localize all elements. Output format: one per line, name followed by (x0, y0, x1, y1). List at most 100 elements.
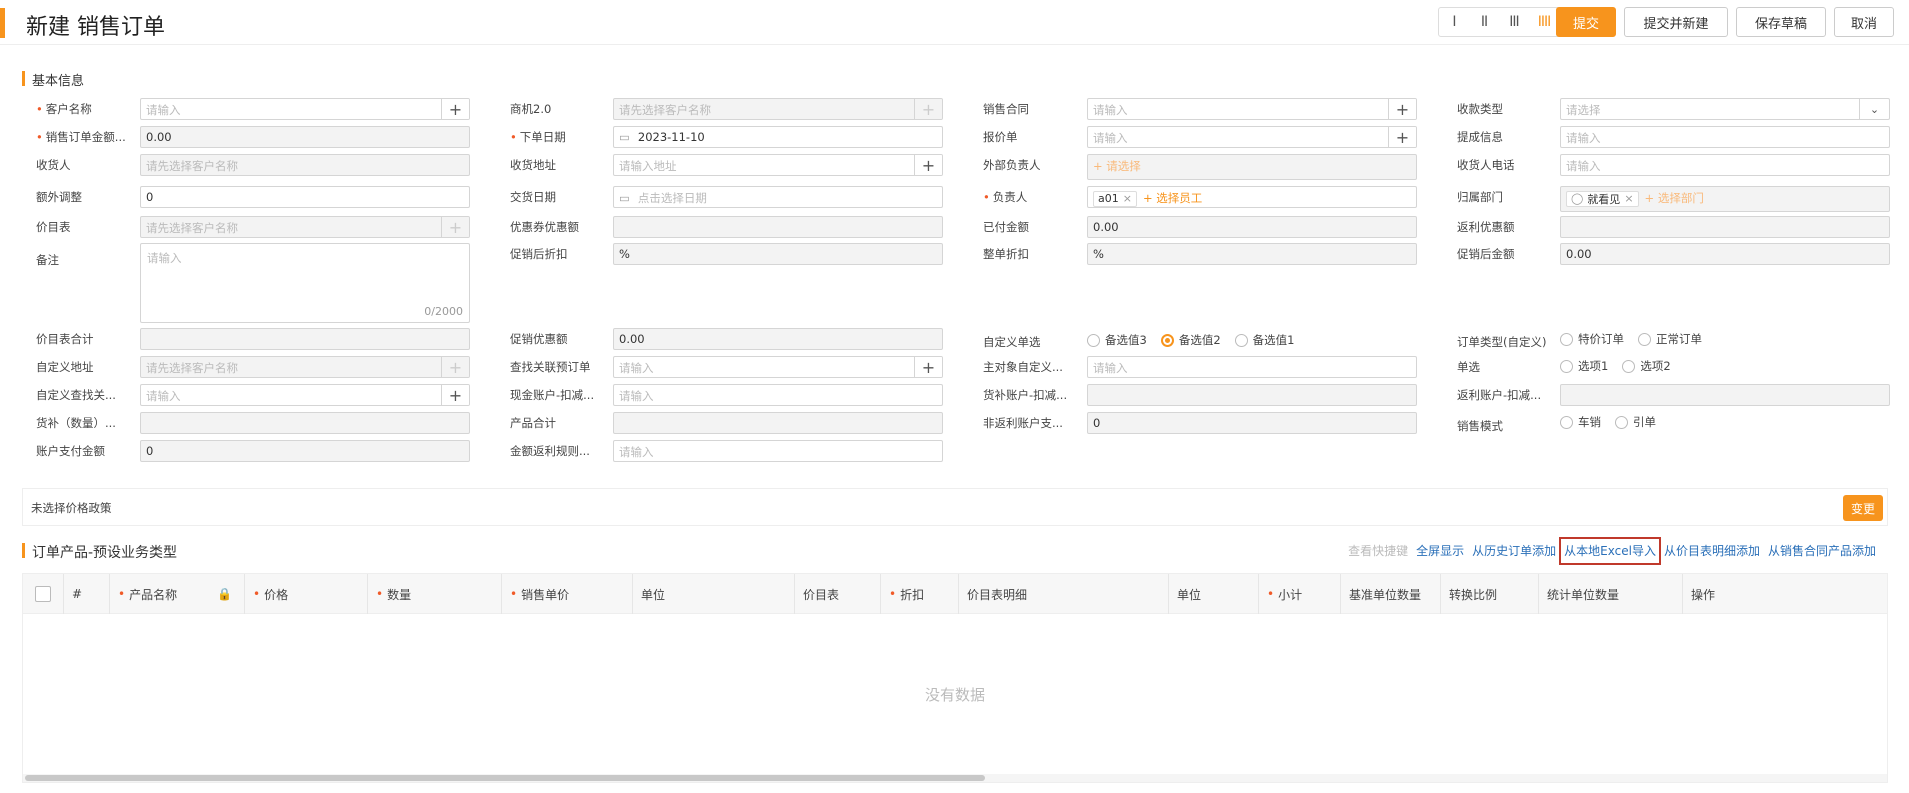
sales-contract-input[interactable]: 请输入 + (1087, 98, 1417, 120)
radio-normal-order[interactable]: 正常订单 (1638, 331, 1702, 347)
single-select-radio-group: 选项1 选项2 (1560, 356, 1685, 376)
col-discount[interactable]: • 折扣 (880, 574, 958, 614)
add-icon[interactable]: + (1388, 99, 1416, 119)
cash-account-input[interactable]: 请输入 (613, 384, 943, 406)
receiver-address-input[interactable]: 请输入地址 + (613, 154, 943, 176)
layout-3-col-button[interactable]: III (1499, 8, 1529, 36)
radio-option-2[interactable]: 备选值2 (1160, 332, 1221, 348)
paid-amount-input: 0.00 (1087, 216, 1417, 238)
add-icon[interactable]: + (441, 99, 469, 119)
promo-discount-amt-input: 0.00 (613, 328, 943, 350)
col-unit-2[interactable]: 单位 (1168, 574, 1258, 614)
select-all-cell (23, 574, 63, 614)
col-price-book-detail[interactable]: 价目表明细 (958, 574, 1168, 614)
payment-type-select[interactable]: 请选择 ⌄ (1560, 98, 1890, 120)
add-icon[interactable]: + (1388, 127, 1416, 147)
add-icon: + (914, 99, 942, 119)
select-all-checkbox[interactable] (35, 586, 51, 602)
page-header: 新建 销售订单 I II III IIII 提交 提交并新建 保存草稿 取消 (0, 0, 1909, 45)
scrollbar-thumb[interactable] (25, 775, 985, 781)
order-date-picker[interactable]: ▭ 2023-11-10 (613, 126, 943, 148)
radio-special-order[interactable]: 特价订单 (1560, 331, 1624, 347)
radio-option-3[interactable]: 备选值3 (1087, 332, 1147, 348)
table-header: # • 产品名称 🔒 • 价格 • 数量 • 销售单价 单位 价目表 • 折扣 价目表明细 … (23, 574, 1887, 614)
quote-input[interactable]: 请输入 + (1087, 126, 1417, 148)
horizontal-scrollbar[interactable] (23, 774, 1887, 782)
radio-option-b[interactable]: 选项2 (1622, 358, 1671, 374)
import-excel-link[interactable]: 从本地Excel导入 (1559, 537, 1661, 565)
department-tag: ◯ 就看见 × (1566, 190, 1639, 207)
chevron-down-icon[interactable]: ⌄ (1859, 99, 1889, 119)
owner-picker[interactable]: a01 × + 选择员工 (1087, 186, 1417, 208)
amount-rebate-rule-input[interactable]: 请输入 (613, 440, 943, 462)
promo-discount-rate-input: % (613, 243, 943, 265)
add-icon[interactable]: + (441, 385, 469, 405)
product-section-title: 订单产品-预设业务类型 (22, 542, 177, 562)
submit-and-new-button[interactable]: 提交并新建 (1624, 7, 1728, 37)
page-title: 新建 销售订单 (26, 15, 165, 40)
radio-option-a[interactable]: 选项1 (1560, 358, 1608, 374)
price-book-input: 请先选择客户名称 + (140, 216, 470, 238)
receiver-input: 请先选择客户名称 (140, 154, 470, 176)
price-policy-bar: 未选择价格政策 变更 (22, 488, 1888, 526)
sales-mode-radio-group: 车销 引单 (1560, 412, 1670, 432)
goods-account-input (1087, 384, 1417, 406)
customer-name-input[interactable]: 请输入 + (140, 98, 470, 120)
delivery-date-picker[interactable]: ▭ 点击选择日期 (613, 186, 943, 208)
product-table: # • 产品名称 🔒 • 价格 • 数量 • 销售单价 单位 价目表 • 折扣 价目表明细 … (22, 573, 1888, 783)
price-book-total-input (140, 328, 470, 350)
col-unit[interactable]: 单位 (632, 574, 794, 614)
close-icon[interactable]: × (1624, 192, 1633, 205)
opportunity-input: 请先选择客户名称 + (613, 98, 943, 120)
select-department-link[interactable]: + 选择部门 (1645, 191, 1704, 205)
col-price[interactable]: • 价格 (244, 574, 367, 614)
custom-lookup-input[interactable]: 请输入 + (140, 384, 470, 406)
change-policy-button[interactable]: 变更 (1843, 495, 1883, 521)
radio-option-1[interactable]: 备选值1 (1234, 332, 1294, 348)
col-conversion-ratio[interactable]: 转换比例 (1440, 574, 1538, 614)
custom-address-input: 请先选择客户名称 + (140, 356, 470, 378)
receiver-phone-input[interactable]: 请输入 (1560, 154, 1890, 176)
commission-input[interactable]: 请输入 (1560, 126, 1890, 148)
radio-lead-order[interactable]: 引单 (1615, 414, 1656, 430)
price-policy-text: 未选择价格政策 (31, 501, 112, 515)
layout-4-col-button[interactable]: IIII (1529, 8, 1559, 36)
order-discount-input: % (1087, 243, 1417, 265)
col-index: # (63, 574, 109, 614)
add-icon: + (441, 357, 469, 377)
col-price-book[interactable]: 价目表 (794, 574, 880, 614)
add-from-price-book-link[interactable]: 从价目表明细添加 (1664, 542, 1760, 560)
add-icon[interactable]: + (914, 357, 942, 377)
select-employee-link[interactable]: + 选择员工 (1143, 191, 1202, 205)
radio-van-sales[interactable]: 车销 (1560, 414, 1601, 430)
lookup-pre-order-input[interactable]: 请输入 + (613, 356, 943, 378)
cancel-button[interactable]: 取消 (1834, 7, 1894, 37)
submit-button[interactable]: 提交 (1556, 7, 1616, 37)
save-draft-button[interactable]: 保存草稿 (1736, 7, 1826, 37)
view-shortcuts-link[interactable]: 查看快捷键 (1348, 542, 1408, 560)
extra-adjust-input[interactable]: 0 (140, 186, 470, 208)
col-quantity[interactable]: • 数量 (367, 574, 501, 614)
col-product-name[interactable]: • 产品名称 🔒 (109, 574, 244, 614)
add-from-history-link[interactable]: 从历史订单添加 (1472, 542, 1556, 560)
add-from-contract-link[interactable]: 从销售合同产品添加 (1768, 542, 1876, 560)
col-subtotal[interactable]: • 小计 (1258, 574, 1340, 614)
owner-tag: a01 × (1093, 190, 1137, 207)
col-sale-price[interactable]: • 销售单价 (501, 574, 632, 614)
fullscreen-link[interactable]: 全屏显示 (1416, 542, 1464, 560)
char-counter: 0/2000 (424, 305, 463, 318)
main-custom-input[interactable]: 请输入 (1087, 356, 1417, 378)
add-icon: + (441, 217, 469, 237)
add-icon[interactable]: + (914, 155, 942, 175)
close-icon[interactable]: × (1123, 192, 1132, 205)
col-base-unit-qty[interactable]: 基准单位数量 (1340, 574, 1440, 614)
remark-textarea[interactable]: 请输入 0/2000 (140, 243, 470, 323)
rebate-discount-input (1560, 216, 1890, 238)
empty-state-text: 没有数据 (924, 686, 985, 704)
external-owner-picker[interactable]: + 请选择 (1087, 154, 1417, 180)
calendar-icon: ▭ (619, 191, 630, 205)
col-stat-unit-qty[interactable]: 统计单位数量 (1538, 574, 1682, 614)
layout-2-col-button[interactable]: II (1469, 8, 1499, 36)
layout-1-col-button[interactable]: I (1439, 8, 1469, 36)
department-picker[interactable]: ◯ 就看见 × + 选择部门 (1560, 186, 1890, 212)
